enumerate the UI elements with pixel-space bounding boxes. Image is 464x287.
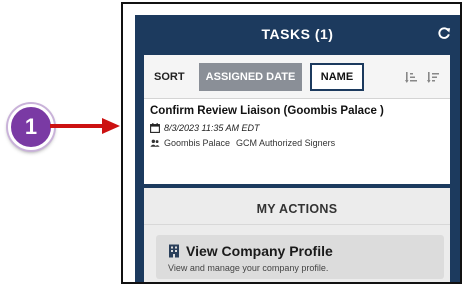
sort-bar: SORT ASSIGNED DATE NAME bbox=[144, 55, 450, 99]
task-group: GCM Authorized Signers bbox=[236, 138, 336, 148]
sort-name-button[interactable]: NAME bbox=[310, 63, 364, 91]
my-actions-title: MY ACTIONS bbox=[256, 202, 338, 216]
refresh-icon[interactable] bbox=[437, 26, 451, 40]
task-date-row: 8/3/2023 11:35 AM EDT bbox=[150, 123, 260, 133]
my-actions-card: MY ACTIONS View Company Profile View and… bbox=[144, 188, 450, 282]
sort-assigned-date-button[interactable]: ASSIGNED DATE bbox=[199, 63, 302, 91]
dashboard-panel: TASKS (1) SORT ASSIGNED DATE NAME Confir… bbox=[135, 15, 460, 282]
task-date: 8/3/2023 11:35 AM EDT bbox=[164, 123, 260, 133]
step-number: 1 bbox=[24, 114, 38, 139]
calendar-icon bbox=[150, 123, 160, 133]
tasks-card: SORT ASSIGNED DATE NAME Confirm Review L… bbox=[144, 55, 450, 184]
sort-label: SORT bbox=[154, 71, 185, 83]
step-number-badge: 1 bbox=[8, 104, 54, 150]
people-icon bbox=[150, 139, 160, 147]
screenshot-frame: TASKS (1) SORT ASSIGNED DATE NAME Confir… bbox=[121, 2, 462, 284]
task-title[interactable]: Confirm Review Liaison (Goombis Palace ) bbox=[150, 105, 384, 117]
actions-divider bbox=[144, 224, 450, 225]
sort-descending-icon[interactable] bbox=[427, 71, 440, 84]
task-list-item[interactable]: Confirm Review Liaison (Goombis Palace )… bbox=[144, 100, 450, 156]
view-company-profile-title[interactable]: View Company Profile bbox=[186, 243, 333, 259]
view-company-profile-description: View and manage your company profile. bbox=[168, 263, 329, 273]
tasks-header: TASKS (1) bbox=[135, 15, 460, 55]
tasks-title: TASKS (1) bbox=[261, 26, 334, 42]
building-icon bbox=[169, 244, 179, 258]
stage: 1 TASKS (1) SORT ASSIGNED DATE NAME Conf… bbox=[0, 0, 464, 287]
task-organization: Goombis Palace bbox=[164, 138, 231, 148]
view-company-profile-tile[interactable]: View Company Profile View and manage you… bbox=[156, 235, 444, 279]
callout-arrow-icon bbox=[50, 118, 120, 134]
task-meta-row: Goombis Palace GCM Authorized Signers bbox=[150, 138, 335, 148]
sort-ascending-icon[interactable] bbox=[405, 71, 418, 84]
